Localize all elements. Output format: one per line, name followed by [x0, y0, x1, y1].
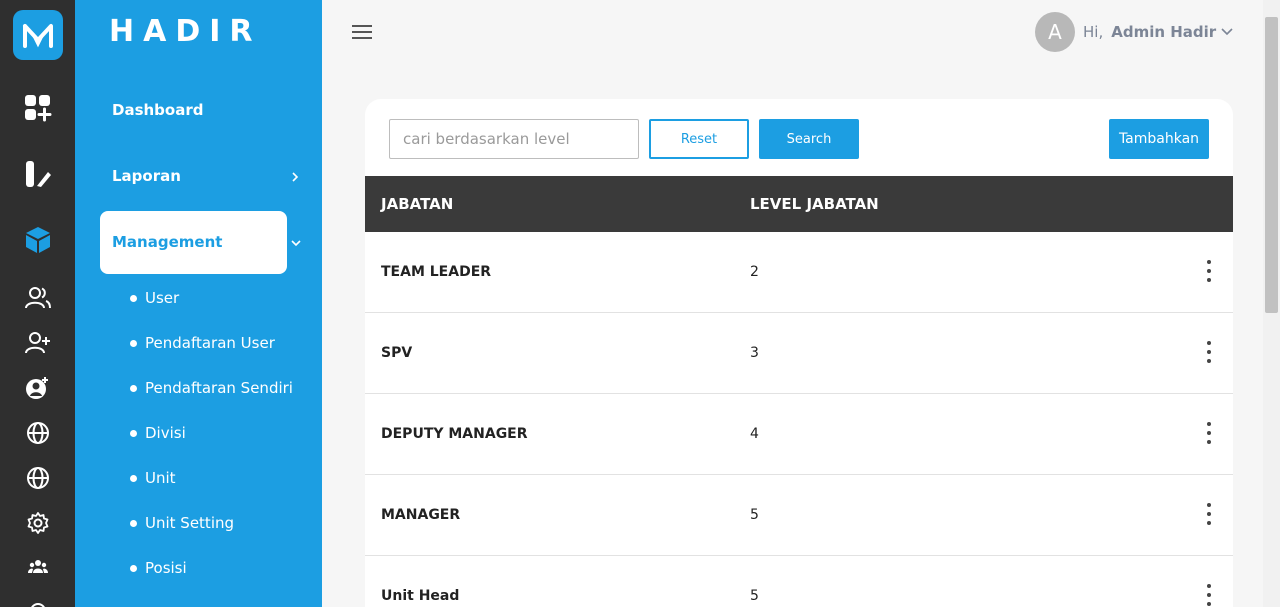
more-options-icon[interactable]: [1203, 422, 1215, 444]
icon-rail: [0, 0, 75, 607]
cell-jabatan: Unit Head: [381, 588, 460, 604]
more-options-icon[interactable]: [1203, 503, 1215, 525]
sidebar-sub-item-label: Unit Setting: [145, 514, 235, 532]
bullet-icon: [130, 384, 137, 392]
column-header-level-jabatan[interactable]: LEVEL JABATAN: [750, 195, 879, 213]
sidebar-sub-item-label: Unit: [145, 469, 176, 487]
user-add-icon[interactable]: [0, 328, 75, 358]
cell-level: 3: [750, 345, 759, 361]
management-cube-icon[interactable]: [0, 225, 75, 255]
chevron-down-icon: [291, 240, 301, 247]
sidebar-item-laporan[interactable]: Laporan: [112, 167, 181, 185]
more-options-icon[interactable]: [1203, 584, 1215, 606]
table-row: Unit Head 5: [365, 556, 1233, 607]
globe-icon[interactable]: [0, 463, 75, 493]
sidebar-sub-item-label: Divisi: [145, 424, 186, 442]
page-scrollbar[interactable]: [1263, 0, 1280, 607]
username-text: Admin Hadir: [1111, 23, 1217, 41]
sidebar-item-dashboard[interactable]: Dashboard: [112, 101, 203, 119]
column-header-jabatan[interactable]: JABATAN: [381, 195, 453, 213]
gear-icon[interactable]: [0, 508, 75, 538]
hamburger-menu-icon[interactable]: [352, 25, 372, 41]
more-options-icon[interactable]: [1203, 341, 1215, 363]
content-card: Reset Search Tambahkan JABATAN LEVEL JAB…: [365, 99, 1233, 607]
sidebar-sub-item-label: Pendaftaran Sendiri: [145, 379, 293, 397]
bullet-icon: [130, 519, 137, 527]
sidebar-item-management-label: Management: [112, 233, 223, 251]
sidebar-sub-item-label: User: [145, 289, 180, 307]
sidebar-sub-item-unit[interactable]: Unit: [130, 469, 176, 487]
cell-level: 4: [750, 426, 759, 442]
cell-level: 5: [750, 588, 759, 604]
report-icon[interactable]: [0, 159, 75, 189]
cell-jabatan: MANAGER: [381, 507, 461, 523]
bullet-icon: [130, 429, 137, 437]
sidebar-sub-item-unit-setting[interactable]: Unit Setting: [130, 514, 234, 532]
add-button[interactable]: Tambahkan: [1109, 119, 1209, 159]
user-settings-icon[interactable]: [0, 373, 75, 403]
more-options-icon[interactable]: [1203, 260, 1215, 282]
sidebar-sub-item-pendaftaran-sendiri[interactable]: Pendaftaran Sendiri: [130, 379, 293, 397]
table-header: JABATAN LEVEL JABATAN: [365, 176, 1233, 232]
cell-jabatan: SPV: [381, 345, 413, 361]
more-icon[interactable]: [0, 592, 75, 607]
team-icon[interactable]: [0, 551, 75, 581]
table-row: TEAM LEADER 2: [365, 232, 1233, 313]
greeting-text: Hi,: [1083, 23, 1104, 41]
bullet-icon: [130, 294, 137, 302]
search-button[interactable]: Search: [759, 119, 859, 159]
globe-icon[interactable]: [0, 418, 75, 448]
sidebar-sub-item-divisi[interactable]: Divisi: [130, 424, 186, 442]
brand-title: HADIR: [109, 14, 262, 49]
app-logo-icon[interactable]: [13, 10, 63, 60]
sidebar-sub-item-user[interactable]: User: [130, 289, 179, 307]
table-row: DEPUTY MANAGER 4: [365, 394, 1233, 475]
avatar: A: [1035, 12, 1075, 52]
chevron-right-icon: [292, 172, 299, 182]
search-input[interactable]: [389, 119, 639, 159]
sidebar-sub-item-pendaftaran-user[interactable]: Pendaftaran User: [130, 334, 275, 352]
cell-jabatan: TEAM LEADER: [381, 264, 492, 280]
bullet-icon: [130, 474, 137, 482]
sidebar-sub-item-label: Posisi: [145, 559, 187, 577]
bullet-icon: [130, 564, 137, 572]
sidebar-sub-item-label: Pendaftaran User: [145, 334, 275, 352]
table-row: SPV 3: [365, 313, 1233, 394]
cell-level: 5: [750, 507, 759, 523]
scrollbar-thumb[interactable]: [1265, 17, 1278, 313]
sidebar-item-management[interactable]: Management: [100, 211, 287, 274]
reset-button[interactable]: Reset: [649, 119, 749, 159]
user-menu[interactable]: A Hi, Admin Hadir: [1035, 12, 1234, 52]
chevron-down-icon: [1221, 28, 1233, 36]
table-row: MANAGER 5: [365, 475, 1233, 556]
cell-jabatan: DEPUTY MANAGER: [381, 426, 528, 442]
bullet-icon: [130, 339, 137, 347]
cell-level: 2: [750, 264, 759, 280]
dashboard-grid-icon[interactable]: [0, 93, 75, 123]
sidebar: HADIR Dashboard Laporan Management User …: [75, 0, 322, 607]
sidebar-sub-item-posisi[interactable]: Posisi: [130, 559, 187, 577]
users-icon[interactable]: [0, 283, 75, 313]
